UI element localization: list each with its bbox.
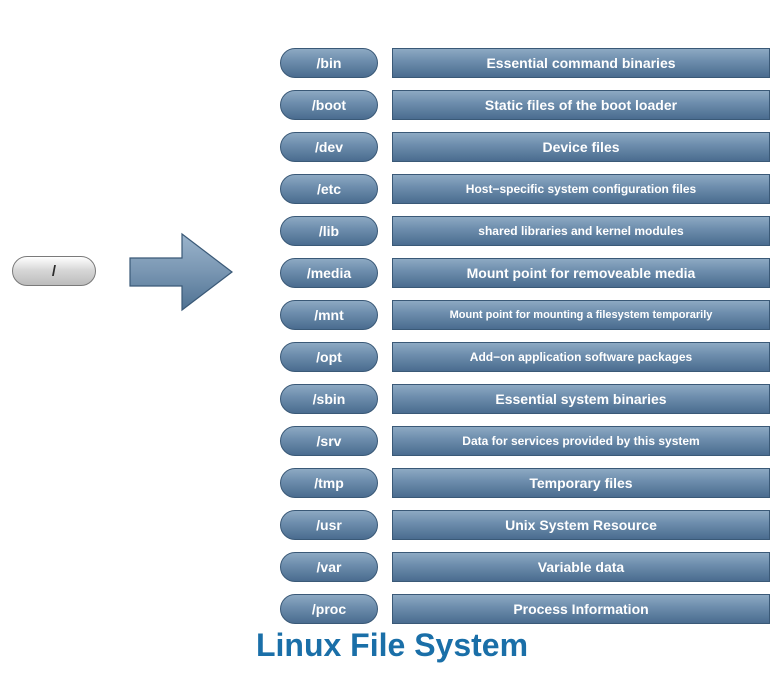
directory-name: /media [307,265,351,281]
directory-description: Data for services provided by this syste… [392,426,770,456]
directory-name: /sbin [313,391,346,407]
directory-description: Unix System Resource [392,510,770,540]
directory-pill: /bin [280,48,378,78]
diagram-title: Linux File System [0,627,784,664]
directory-pill: /srv [280,426,378,456]
directory-row: /etc Host−specific system configuration f… [280,174,770,204]
directory-pill: /mnt [280,300,378,330]
directory-description: Essential command binaries [392,48,770,78]
directory-name: /boot [312,97,346,113]
directory-name: /bin [317,55,342,71]
description-text: shared libraries and kernel modules [478,224,683,238]
description-text: Variable data [538,559,624,575]
directory-row: /media Mount point for removeable media [280,258,770,288]
directory-row: /sbin Essential system binaries [280,384,770,414]
description-text: Temporary files [529,475,632,491]
description-text: Device files [542,139,619,155]
directory-pill: /opt [280,342,378,372]
directory-rows: /bin Essential command binaries/boot Stati… [280,48,770,636]
directory-description: shared libraries and kernel modules [392,216,770,246]
directory-name: /mnt [314,307,344,323]
directory-description: Device files [392,132,770,162]
directory-description: Host−specific system configuration files [392,174,770,204]
directory-pill: /usr [280,510,378,540]
directory-name: /srv [317,433,342,449]
directory-pill: /media [280,258,378,288]
directory-row: /tmp Temporary files [280,468,770,498]
directory-name: /dev [315,139,343,155]
directory-name: /usr [316,517,342,533]
directory-description: Mount point for removeable media [392,258,770,288]
directory-name: /opt [316,349,342,365]
directory-name: /lib [319,223,339,239]
root-directory-pill: / [12,256,96,286]
directory-row: /mnt Mount point for mounting a filesyste… [280,300,770,330]
directory-description: Static files of the boot loader [392,90,770,120]
directory-pill: /dev [280,132,378,162]
directory-pill: /var [280,552,378,582]
description-text: Mount point for mounting a filesystem te… [450,309,713,321]
directory-row: /dev Device files [280,132,770,162]
directory-description: Temporary files [392,468,770,498]
directory-row: /opt Add−on application software packages [280,342,770,372]
description-text: Unix System Resource [505,517,657,533]
directory-description: Process Information [392,594,770,624]
arrow-icon [126,230,236,314]
directory-row: /boot Static files of the boot loader [280,90,770,120]
description-text: Host−specific system configuration files [466,182,696,196]
description-text: Data for services provided by this syste… [462,434,699,448]
directory-row: /usr Unix System Resource [280,510,770,540]
directory-pill: /boot [280,90,378,120]
directory-description: Variable data [392,552,770,582]
directory-row: /lib shared libraries and kernel modules [280,216,770,246]
directory-row: /proc Process Information [280,594,770,624]
directory-pill: /tmp [280,468,378,498]
description-text: Essential system binaries [495,391,666,407]
directory-row: /var Variable data [280,552,770,582]
description-text: Add−on application software packages [470,350,692,364]
directory-name: /var [317,559,342,575]
directory-row: /bin Essential command binaries [280,48,770,78]
directory-row: /srv Data for services provided by this s… [280,426,770,456]
directory-pill: /sbin [280,384,378,414]
root-label: / [52,263,56,280]
directory-name: /etc [317,181,341,197]
directory-description: Essential system binaries [392,384,770,414]
linux-fs-diagram: / /bin Essential command binaries/boot Sta… [0,0,784,682]
description-text: Process Information [513,601,648,617]
description-text: Static files of the boot loader [485,97,677,113]
directory-pill: /lib [280,216,378,246]
directory-description: Mount point for mounting a filesystem te… [392,300,770,330]
directory-pill: /proc [280,594,378,624]
directory-name: /proc [312,601,346,617]
description-text: Essential command binaries [486,55,675,71]
description-text: Mount point for removeable media [467,265,696,281]
directory-description: Add−on application software packages [392,342,770,372]
directory-name: /tmp [314,475,344,491]
directory-pill: /etc [280,174,378,204]
